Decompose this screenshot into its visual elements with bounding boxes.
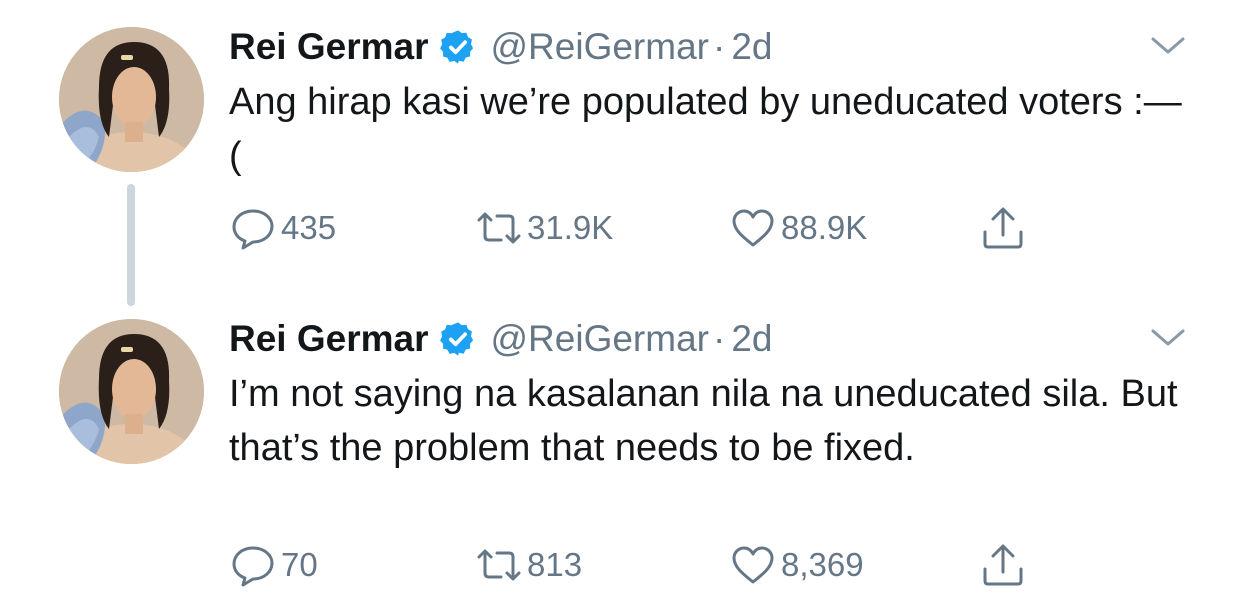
chevron-down-icon[interactable] — [1150, 326, 1186, 350]
separator-dot: · — [712, 318, 726, 359]
tweet[interactable]: Rei Germar @ReiGermar · 2d I’m not sayin… — [0, 292, 1242, 615]
tweet-text: I’m not saying na kasalanan nila na uned… — [229, 373, 1178, 469]
reply-count: 435 — [281, 209, 337, 246]
heart-icon — [732, 546, 774, 584]
like-button[interactable]: 88.9K — [729, 204, 867, 252]
reply-icon — [232, 546, 274, 587]
avatar-photo — [59, 319, 204, 464]
retweet-icon — [477, 212, 521, 244]
heart-icon — [732, 209, 774, 247]
tweet[interactable]: Rei Germar @ReiGermar · 2d Ang hirap kas… — [0, 0, 1242, 306]
tweet-timestamp[interactable]: 2d — [731, 318, 772, 360]
separator-dot: · — [712, 26, 726, 67]
verified-badge-icon — [439, 28, 477, 66]
avatar[interactable] — [59, 27, 204, 172]
retweet-button[interactable]: 813 — [475, 541, 582, 589]
tweet-timestamp[interactable]: 2d — [731, 26, 772, 68]
verified-badge-icon — [439, 320, 477, 358]
retweet-count: 31.9K — [527, 209, 614, 246]
retweet-count: 813 — [527, 546, 583, 583]
retweet-button[interactable]: 31.9K — [475, 204, 613, 252]
share-button[interactable] — [979, 541, 1027, 589]
share-button[interactable] — [979, 204, 1027, 252]
author-handle[interactable]: @ReiGermar — [491, 26, 709, 68]
like-count: 8,369 — [781, 546, 864, 583]
like-button[interactable]: 8,369 — [729, 541, 864, 589]
reply-button[interactable]: 435 — [229, 204, 336, 252]
tweet-actions: 70 813 8,369 — [229, 541, 1049, 589]
avatar-photo — [59, 27, 204, 172]
tweet-header: Rei Germar @ReiGermar · 2d — [229, 316, 772, 362]
chevron-down-icon[interactable] — [1150, 34, 1186, 58]
like-count: 88.9K — [781, 209, 868, 246]
share-icon — [983, 544, 1023, 586]
retweet-icon — [477, 549, 521, 581]
share-icon — [983, 207, 1023, 249]
author-name[interactable]: Rei Germar — [229, 318, 429, 360]
tweet-header: Rei Germar @ReiGermar · 2d — [229, 24, 772, 70]
reply-count: 70 — [281, 546, 318, 583]
avatar[interactable] — [59, 319, 204, 464]
reply-button[interactable]: 70 — [229, 541, 318, 589]
author-handle[interactable]: @ReiGermar — [491, 318, 709, 360]
thread-connector — [127, 184, 135, 306]
reply-icon — [232, 209, 274, 250]
author-name[interactable]: Rei Germar — [229, 26, 429, 68]
tweet-text: Ang hirap kasi we’re populated by uneduc… — [229, 81, 1182, 177]
tweet-actions: 435 31.9K 88.9K — [229, 204, 1049, 252]
